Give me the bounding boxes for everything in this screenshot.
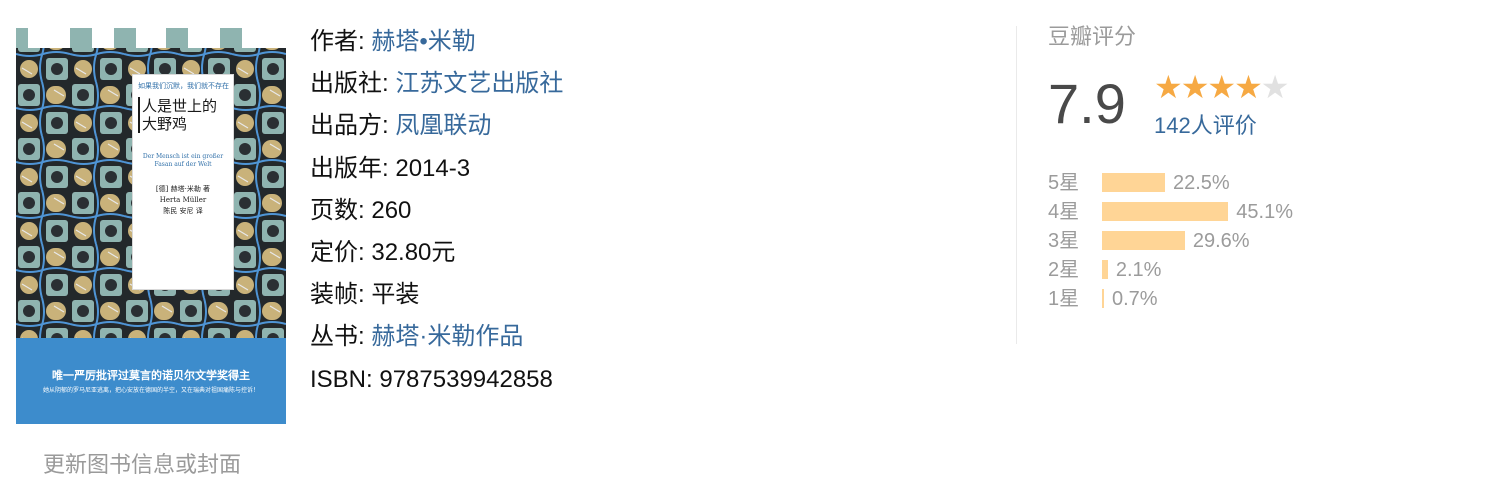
update-book-info-link[interactable]: 更新图书信息或封面 [43, 447, 241, 479]
section-divider [1016, 26, 1017, 344]
book-info: 作者: 赫塔•米勒 出版社: 江苏文艺出版社 出品方: 凤凰联动 出版年: 20… [310, 24, 563, 404]
cover-title-line1: 人是世上的 [142, 97, 218, 115]
info-row-isbn: ISBN: 9787539942858 [310, 362, 563, 404]
dist-percent: 2.1% [1115, 259, 1162, 281]
cover-bottom-band: 唯一严厉批评过莫言的诺贝尔文学奖得主 她从阴郁的罗马尼亚逃离，把心安放在德国的半… [16, 338, 286, 424]
cover-english-title: Der Mensch ist ein großer Fasan auf der … [142, 153, 224, 168]
info-row-producer: 出品方: 凤凰联动 [310, 108, 563, 150]
cover-slogan: 唯一严厉批评过莫言的诺贝尔文学奖得主 [52, 369, 250, 382]
series-label: 丛书: [310, 323, 365, 351]
star-icon: ★ [1154, 69, 1183, 105]
rating-title: 豆瓣评分 [1048, 24, 1137, 49]
pages-value: 260 [371, 196, 412, 224]
info-row-binding: 装帧: 平装 [310, 277, 563, 319]
producer-link[interactable]: 凤凰联动 [395, 112, 491, 139]
dist-bar [1102, 202, 1229, 221]
dist-bar [1102, 289, 1104, 308]
dist-bar [1102, 173, 1165, 192]
author-label: 作者: [310, 28, 365, 55]
binding-label: 装帧: [310, 281, 365, 309]
cover-translator: 陈民 安尼 译 [163, 207, 203, 215]
price-label: 定价: [310, 238, 365, 266]
publisher-label: 出版社: [310, 70, 389, 98]
cover-subline: 她从阴郁的罗马尼亚逃离，把心安放在德国的半空，又在瑞典对祖国痛陈与控诉！ [42, 387, 259, 394]
cover-author-en: Herta Müller [159, 196, 207, 204]
dist-percent: 22.5% [1173, 172, 1230, 194]
price-value: 32.80元 [371, 238, 456, 266]
info-row-author: 作者: 赫塔•米勒 [310, 24, 563, 66]
author-link[interactable]: 赫塔•米勒 [371, 28, 475, 55]
douban-rating: 豆瓣评分 7.9 ★★★★★ 142人评价 5星 22.5% 4星 45.1% … [1048, 22, 1293, 310]
pub-year-value: 2014-3 [395, 154, 471, 182]
isbn-value: 9787539942858 [379, 365, 553, 393]
book-page: 如果我们沉默，我们就不存在 人是世上的 大野鸡 Der Mensch ist e… [0, 0, 1492, 492]
dist-bar [1102, 231, 1185, 250]
dist-label: 3星 [1048, 230, 1080, 252]
cover-title-line2: 大野鸡 [142, 115, 188, 133]
binding-value: 平装 [371, 281, 420, 309]
dist-percent: 45.1% [1236, 201, 1293, 223]
cover-tagline: 如果我们沉默，我们就不存在 [138, 82, 229, 90]
isbn-label: ISBN: [310, 365, 373, 393]
info-row-pages: 页数: 260 [310, 193, 563, 235]
pages-label: 页数: [310, 196, 365, 224]
dist-label: 2星 [1048, 259, 1080, 281]
rating-count-link[interactable]: 142人评价 [1154, 108, 1257, 140]
dist-percent: 29.6% [1192, 230, 1250, 252]
pub-year-label: 出版年: [310, 154, 389, 182]
info-row-publisher: 出版社: 江苏文艺出版社 [310, 66, 563, 108]
info-row-price: 定价: 32.80元 [310, 235, 563, 277]
rating-score: 7.9 [1048, 72, 1126, 135]
dist-label: 5星 [1048, 172, 1080, 194]
book-cover-image[interactable]: 如果我们沉默，我们就不存在 人是世上的 大野鸡 Der Mensch ist e… [16, 28, 286, 424]
dist-label: 1星 [1048, 288, 1080, 310]
star-icon: ★ [1234, 69, 1263, 105]
series-link[interactable]: 赫塔·米勒作品 [371, 323, 523, 350]
producer-label: 出品方: [310, 112, 389, 140]
publisher-link[interactable]: 江苏文艺出版社 [395, 70, 563, 97]
dist-label: 4星 [1048, 201, 1080, 223]
info-row-pub-year: 出版年: 2014-3 [310, 151, 563, 193]
info-row-series: 丛书: 赫塔·米勒作品 [310, 319, 563, 361]
star-icon: ★ [1207, 69, 1236, 105]
star-empty-icon: ★ [1260, 69, 1290, 105]
cover-title: 人是世上的 大野鸡 [138, 97, 228, 133]
dist-percent: 0.7% [1112, 288, 1158, 310]
cover-author-cn: [德] 赫塔·米勒 著 [155, 185, 211, 193]
cover-title-card: 如果我们沉默，我们就不存在 人是世上的 大野鸡 Der Mensch ist e… [132, 74, 234, 290]
dist-bar [1102, 260, 1108, 279]
rating-stars: ★★★★★ [1154, 69, 1290, 105]
star-icon: ★ [1180, 69, 1210, 105]
